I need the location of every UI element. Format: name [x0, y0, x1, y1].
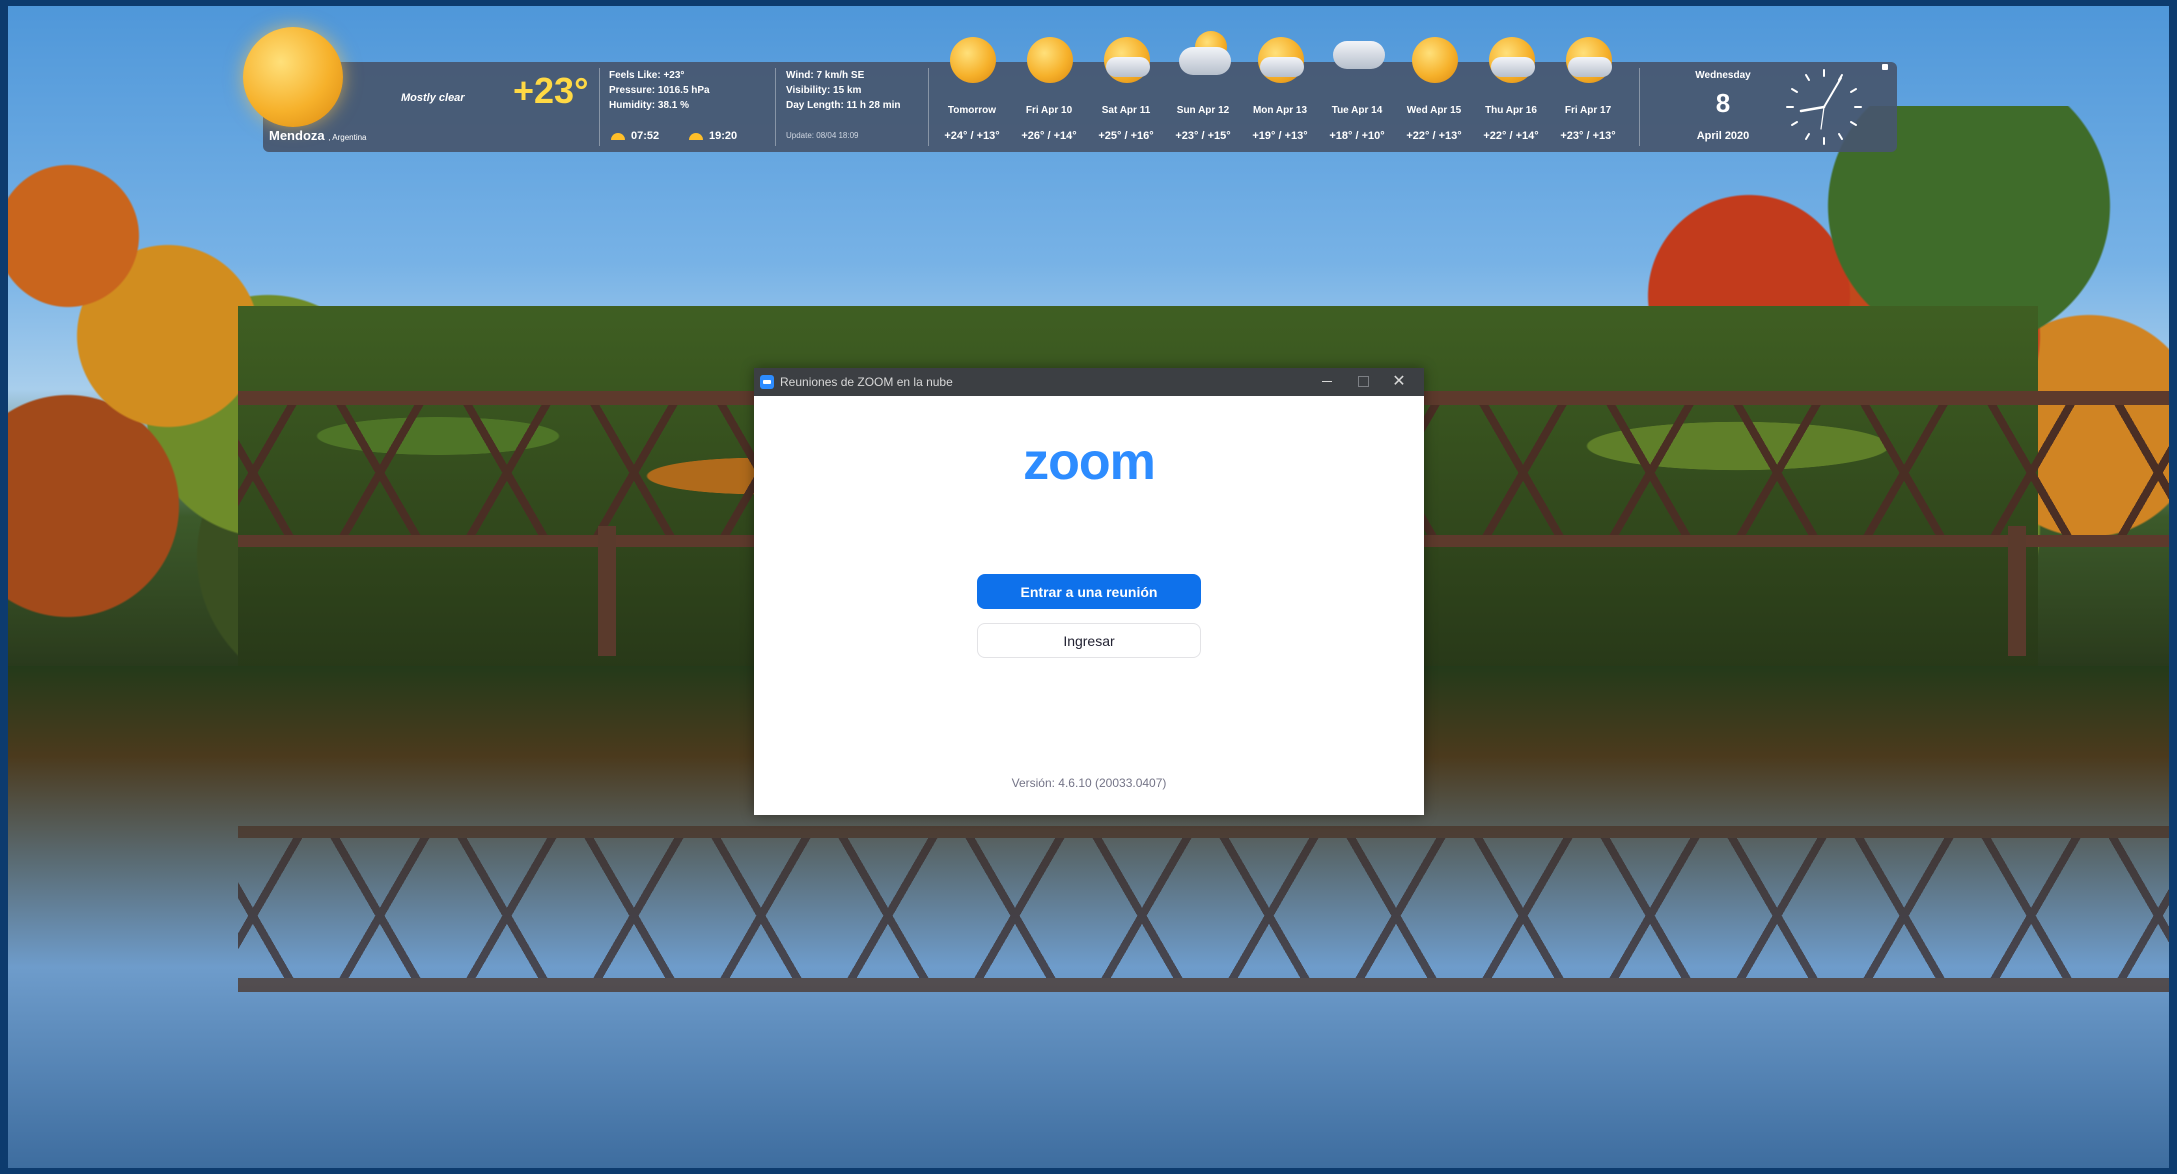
forecast-day-name: Thu Apr 16 — [1485, 105, 1537, 116]
wind: Wind: 7 km/h SE — [786, 70, 865, 81]
divider — [1639, 68, 1640, 146]
sunrise-time: 07:52 — [631, 130, 660, 142]
wind-details: Wind: 7 km/h SE Visibility: 15 km Day Le… — [786, 68, 900, 113]
sun-icon — [1412, 37, 1458, 83]
title-bar[interactable]: Reuniones de ZOOM en la nube ✕ — [754, 368, 1424, 396]
sun-icon — [243, 27, 343, 127]
sunrise-icon — [611, 132, 625, 140]
forecast-day[interactable]: Mon Apr 13 +19° / +13° — [1241, 37, 1319, 152]
weather-details: Feels Like: +23° Pressure: 1016.5 hPa Hu… — [609, 68, 710, 113]
forecast-day[interactable]: Tomorrow +24° / +13° — [933, 37, 1011, 152]
forecast-day[interactable]: Thu Apr 16 +22° / +14° — [1472, 37, 1550, 152]
maximize-button[interactable] — [1346, 370, 1380, 394]
forecast-range: +24° / +13° — [944, 130, 1000, 142]
sun-icon — [1027, 37, 1073, 83]
sign-in-button[interactable]: Ingresar — [977, 623, 1201, 658]
weather-widget[interactable]: Mendoza , Argentina Mostly clear +23° Fe… — [243, 27, 1897, 152]
forecast-day-name: Fri Apr 17 — [1564, 105, 1612, 116]
zoom-window: Reuniones de ZOOM en la nube ✕ zoom Entr… — [754, 368, 1424, 815]
clock-icon — [1786, 69, 1862, 145]
divider — [775, 68, 776, 146]
forecast-day[interactable]: Sat Apr 11 +25° / +16° — [1087, 37, 1165, 152]
condition-text: Mostly clear — [401, 92, 465, 104]
forecast-range: +26° / +14° — [1021, 130, 1077, 142]
feels-like: Feels Like: +23° — [609, 70, 685, 81]
partly-cloudy-icon — [1104, 37, 1150, 83]
forecast-strip: Tomorrow +24° / +13° Fri Apr 10 +26° / +… — [933, 31, 1623, 152]
country-name: , Argentina — [328, 133, 367, 142]
location-label: Mendoza , Argentina — [269, 128, 367, 143]
day-length: Day Length: 11 h 28 min — [786, 100, 901, 111]
forecast-day-name: Sat Apr 11 — [1101, 105, 1151, 116]
forecast-day[interactable]: Wed Apr 15 +22° / +13° — [1395, 37, 1473, 152]
forecast-range: +23° / +15° — [1175, 130, 1231, 142]
forecast-day[interactable]: Fri Apr 10 +26° / +14° — [1010, 37, 1088, 152]
forecast-day-name: Fri Apr 10 — [1025, 105, 1073, 116]
forecast-day-name: Tomorrow — [947, 105, 997, 116]
month-year: April 2020 — [1696, 130, 1750, 142]
bridge-pier — [598, 526, 616, 656]
date-panel: Wednesday 8 April 2020 — [1668, 62, 1778, 152]
day-number: 8 — [1715, 88, 1731, 118]
divider — [599, 68, 600, 146]
pressure: Pressure: 1016.5 hPa — [609, 85, 710, 96]
visibility: Visibility: 15 km — [786, 85, 862, 96]
cloudy-sun-icon — [1179, 31, 1231, 83]
sun-icon — [950, 37, 996, 83]
window-title: Reuniones de ZOOM en la nube — [780, 375, 953, 389]
humidity: Humidity: 38.1 % — [609, 100, 690, 111]
update-time: Update: 08/04 18:09 — [786, 131, 859, 140]
minimize-icon — [1322, 381, 1332, 383]
city-name: Mendoza — [269, 128, 325, 143]
current-temperature: +23° — [513, 70, 589, 111]
cloud-icon — [1333, 37, 1385, 83]
close-icon: ✕ — [1392, 373, 1406, 390]
sunset: 19:20 — [689, 130, 737, 142]
forecast-range: +25° / +16° — [1098, 130, 1154, 142]
forecast-range: +22° / +13° — [1406, 130, 1462, 142]
forecast-range: +18° / +10° — [1329, 130, 1385, 142]
forecast-day[interactable]: Fri Apr 17 +23° / +13° — [1549, 37, 1627, 152]
partly-cloudy-icon — [1258, 37, 1304, 83]
forecast-range: +22° / +14° — [1483, 130, 1539, 142]
join-meeting-button[interactable]: Entrar a una reunión — [977, 574, 1201, 609]
weekday: Wednesday — [1695, 70, 1751, 81]
forecast-day-name: Mon Apr 13 — [1252, 105, 1308, 116]
zoom-logo: zoom — [1023, 433, 1156, 491]
minimize-button[interactable] — [1310, 370, 1344, 394]
close-button[interactable]: ✕ — [1382, 370, 1416, 394]
divider — [928, 68, 929, 146]
widget-menu-icon[interactable] — [1882, 64, 1888, 70]
sunrise: 07:52 — [611, 130, 659, 142]
bridge-reflection — [238, 826, 2169, 992]
forecast-day-name: Sun Apr 12 — [1176, 105, 1230, 116]
forecast-day[interactable]: Sun Apr 12 +23° / +15° — [1164, 31, 1242, 152]
version-label: Versión: 4.6.10 (20033.0407) — [1011, 776, 1167, 790]
forecast-day[interactable]: Tue Apr 14 +18° / +10° — [1318, 41, 1396, 152]
partly-cloudy-icon — [1489, 37, 1535, 83]
zoom-app-icon — [760, 375, 774, 389]
sunset-icon — [689, 132, 703, 140]
bridge-pier — [2008, 526, 2026, 656]
partly-cloudy-icon — [1566, 37, 1612, 83]
forecast-day-name: Wed Apr 15 — [1406, 105, 1462, 116]
forecast-range: +19° / +13° — [1252, 130, 1308, 142]
forecast-range: +23° / +13° — [1560, 130, 1616, 142]
maximize-icon — [1357, 376, 1369, 388]
forecast-day-name: Tue Apr 14 — [1331, 105, 1383, 116]
sunset-time: 19:20 — [709, 130, 738, 142]
